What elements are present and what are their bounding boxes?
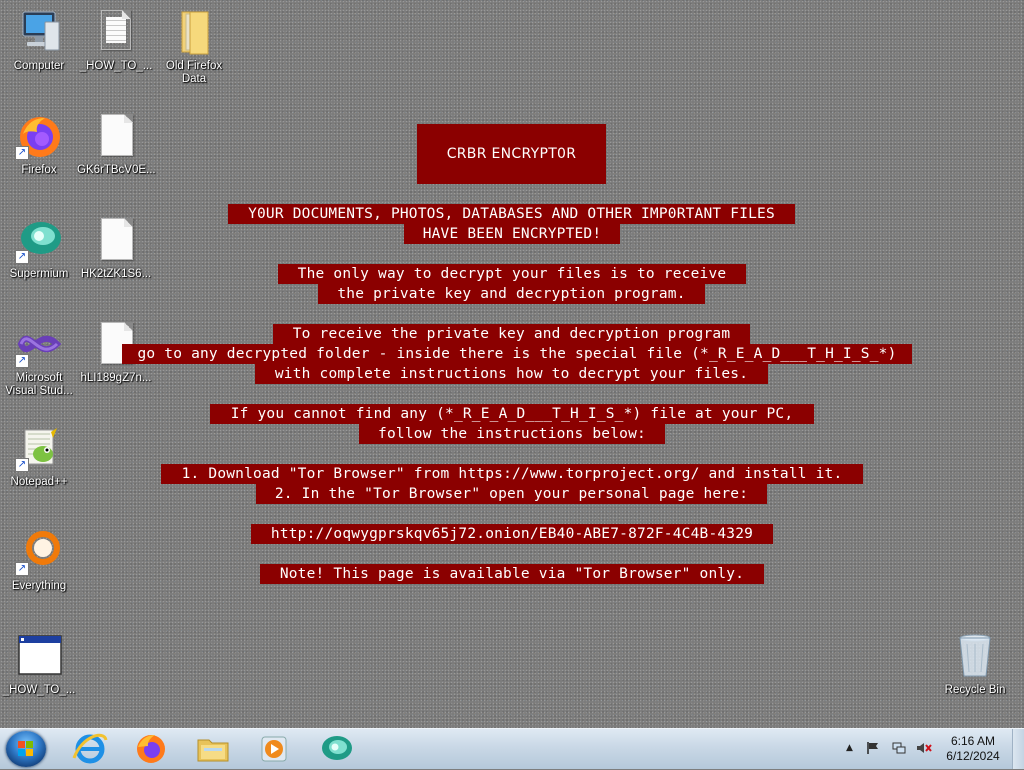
how-to-window-desktop-icon[interactable]: _HOW_TO_... (0, 632, 78, 697)
shortcut-arrow-icon: ↗ (15, 562, 29, 576)
encrypted-file-icon-2[interactable]: HK2tZK1S6... (77, 216, 155, 281)
action-center-flag-icon[interactable] (866, 741, 880, 758)
taskbar-file-explorer[interactable] (191, 732, 235, 766)
shortcut-arrow-icon: ↗ (15, 146, 29, 160)
network-icon[interactable] (892, 741, 906, 758)
ransom-note-line: follow the instructions below: (359, 424, 665, 444)
ransom-note-line: HAVE BEEN ENCRYPTED! (404, 224, 620, 244)
recycle-bin-icon (951, 632, 999, 680)
old-firefox-data-folder-icon[interactable]: Old Firefox Data (155, 8, 233, 86)
windows-logo-icon (18, 741, 34, 757)
show-hidden-icons-arrow[interactable]: ▲ (846, 743, 853, 753)
taskbar-internet-explorer[interactable] (68, 732, 112, 766)
ransom-note-line: The only way to decrypt your files is to… (278, 264, 746, 284)
ransom-note-line: go to any decrypted folder - inside ther… (122, 344, 912, 364)
text-document-icon (92, 8, 140, 56)
shortcut-arrow-icon: ↗ (15, 354, 29, 368)
volume-muted-icon[interactable] (916, 741, 932, 758)
ransom-note-line: Y0UR DOCUMENTS, PHOTOS, DATABASES AND OT… (228, 204, 795, 224)
supermium-desktop-icon[interactable]: ↗ Supermium (0, 216, 78, 281)
computer-desktop-icon[interactable]: Computer (0, 8, 78, 73)
desktop[interactable]: Computer ↗ Firefox ↗ Supermium ↗ Microso… (0, 0, 1024, 728)
ransom-note-line: If you cannot find any (*_R_E_A_D___T_H_… (210, 404, 814, 424)
ransom-note-line: To receive the private key and decryptio… (273, 324, 750, 344)
start-button[interactable] (6, 731, 46, 767)
recycle-bin-desktop-icon[interactable]: Recycle Bin (936, 632, 1014, 697)
ransom-note-line: the private key and decryption program. (318, 284, 705, 304)
clock-date: 6/12/2024 (946, 749, 1000, 763)
taskbar-media-player[interactable] (252, 732, 296, 766)
how-to-text-file-icon[interactable]: _HOW_TO_... (77, 8, 155, 73)
computer-icon (15, 8, 63, 56)
visual-studio-icon: ↗ (15, 320, 63, 368)
onion-url-line: http://oqwygprskqv65j72.onion/EB40-ABE7-… (251, 524, 773, 544)
media-player-icon (261, 736, 287, 762)
notepad-plus-plus-desktop-icon[interactable]: ↗ Notepad++ (0, 424, 78, 489)
everything-search-icon: ↗ (15, 528, 63, 576)
everything-desktop-icon[interactable]: ↗ Everything (0, 528, 78, 593)
visual-studio-desktop-icon[interactable]: ↗ Microsoft Visual Stud... (0, 320, 78, 398)
system-clock[interactable]: 6:16 AM 6/12/2024 (935, 734, 1011, 764)
taskbar: ▲ 6:16 AM 6/12/2024 (0, 728, 1024, 769)
shortcut-arrow-icon: ↗ (15, 458, 29, 472)
supermium-icon: ↗ (15, 216, 63, 264)
show-desktop-button[interactable] (1012, 729, 1024, 769)
shortcut-arrow-icon: ↗ (15, 250, 29, 264)
ransom-note-line: with complete instructions how to decryp… (255, 364, 768, 384)
taskbar-firefox[interactable] (129, 732, 173, 766)
ransom-note-title: CRBR ENCRYPT0R (417, 124, 606, 184)
ransom-note-line: Note! This page is available via "Tor Br… (260, 564, 764, 584)
firefox-desktop-icon[interactable]: ↗ Firefox (0, 112, 78, 177)
taskbar-supermium[interactable] (314, 732, 358, 766)
supermium-icon (322, 736, 352, 760)
ransom-note-line: 1. Download "Tor Browser" from https://w… (161, 464, 863, 484)
blank-file-icon (92, 112, 140, 160)
firefox-icon (137, 735, 165, 763)
folder-icon (170, 8, 218, 56)
internet-explorer-icon (72, 734, 108, 764)
clock-time: 6:16 AM (950, 734, 996, 748)
encrypted-file-icon-1[interactable]: GK6rTBcV0E... (77, 112, 156, 177)
firefox-icon: ↗ (15, 112, 63, 160)
ransom-note-line: 2. In the "Tor Browser" open your person… (256, 484, 767, 504)
application-window-icon (15, 632, 63, 680)
folder-icon (197, 739, 229, 762)
blank-file-icon (92, 216, 140, 264)
notepad-plus-plus-icon: ↗ (15, 424, 63, 472)
